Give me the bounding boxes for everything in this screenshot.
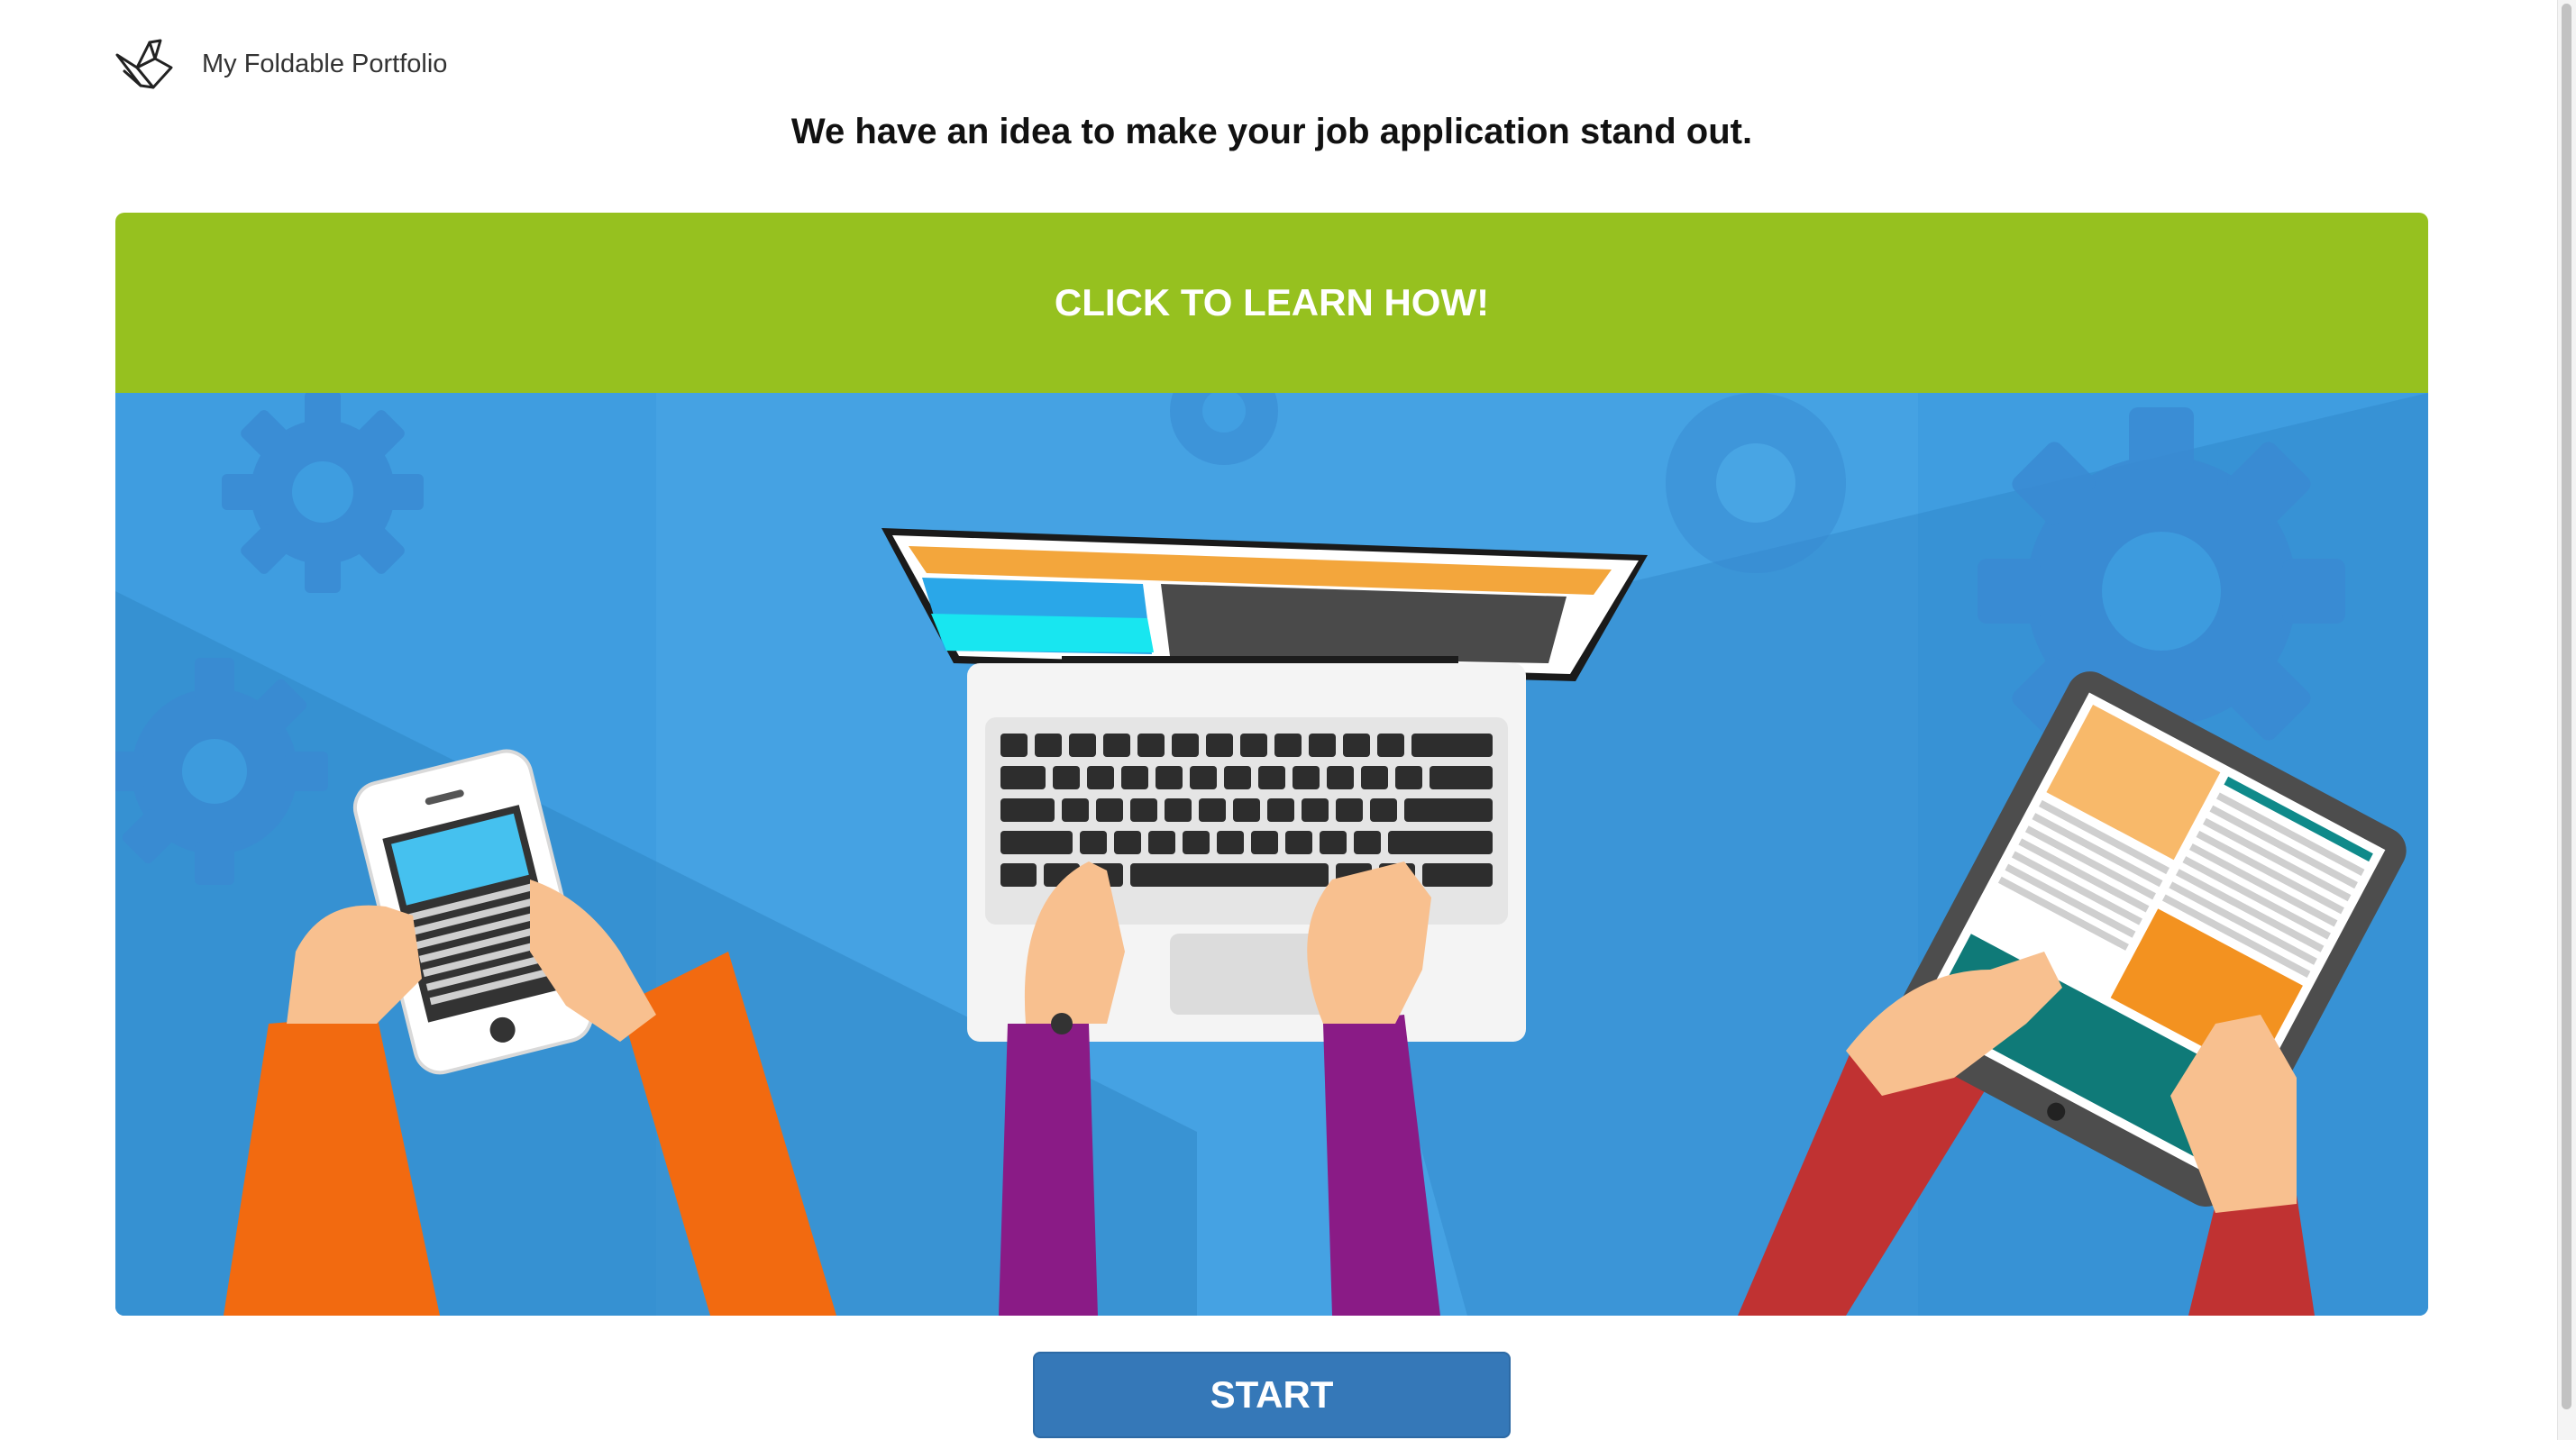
brand-name: My Foldable Portfolio	[202, 49, 448, 78]
vertical-scrollbar[interactable]	[2557, 0, 2576, 1440]
page-headline: We have an idea to make your job applica…	[790, 112, 1753, 151]
learn-how-banner-button[interactable]: CLICK TO LEARN HOW!	[115, 213, 2428, 393]
hero-illustration	[115, 393, 2428, 1316]
origami-bird-icon	[114, 35, 175, 93]
start-button[interactable]: START	[1033, 1352, 1511, 1438]
scrollbar-thumb[interactable]	[2562, 4, 2571, 1409]
brand[interactable]: My Foldable Portfolio	[114, 32, 447, 96]
